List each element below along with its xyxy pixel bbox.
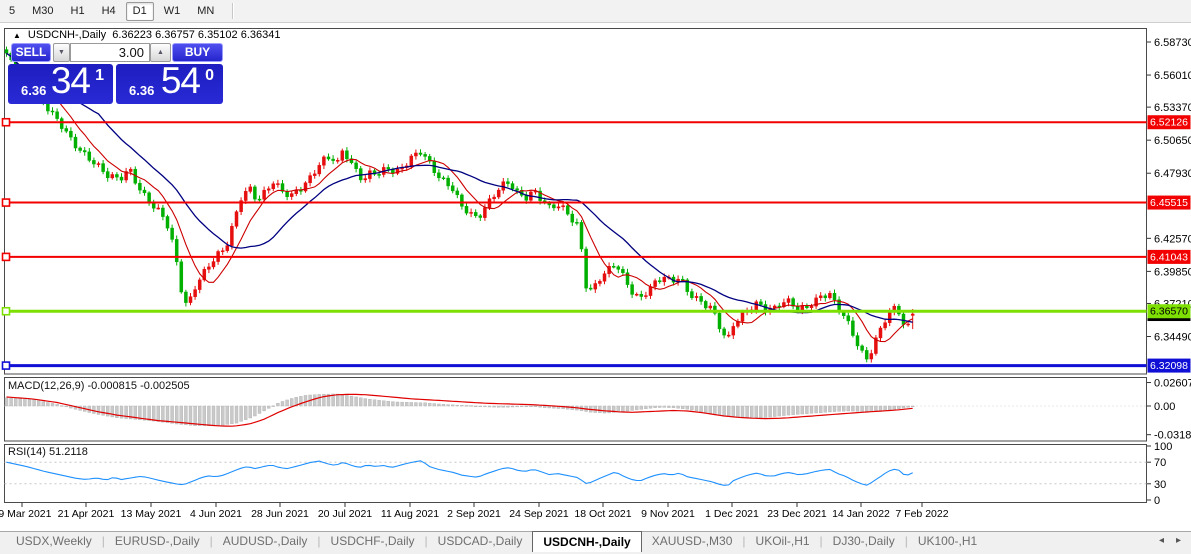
date-axis-label: 24 Sep 2021 xyxy=(509,508,569,520)
tab-usdx-weekly[interactable]: USDX,Weekly xyxy=(6,532,102,552)
svg-text:6.52126: 6.52126 xyxy=(1150,117,1188,129)
one-click-trading-panel: SELL ▼ ▲ BUY 6.36 34 1 6.36 54 0 xyxy=(8,43,223,104)
sell-price-digits: 34 xyxy=(51,60,90,102)
svg-text:6.41043: 6.41043 xyxy=(1150,251,1188,263)
price-axis-label: 6.53370 xyxy=(1154,102,1191,114)
price-axis-label: 6.39850 xyxy=(1154,266,1191,278)
buy-price-display[interactable]: 6.36 54 0 xyxy=(116,64,223,104)
sell-price-prefix: 6.36 xyxy=(21,83,46,98)
level-line-handle xyxy=(3,119,10,126)
date-axis-label: 1 Dec 2021 xyxy=(705,508,759,520)
tab-dj30-daily[interactable]: DJ30-,Daily xyxy=(823,532,905,552)
date-axis-label: 20 Jul 2021 xyxy=(318,508,372,520)
date-axis-label: 2 Sep 2021 xyxy=(447,508,501,520)
tab-xauusd-m30[interactable]: XAUUSD-,M30 xyxy=(642,532,743,552)
rsi-indicator-label: RSI(14) 51.2118 xyxy=(8,446,88,458)
rsi-axis-label: 70 xyxy=(1154,457,1166,469)
tab-eurusd-daily[interactable]: EURUSD-,Daily xyxy=(105,532,210,552)
collapse-chart-icon[interactable]: ▲ xyxy=(13,31,21,40)
date-axis-label: 21 Apr 2021 xyxy=(58,508,115,520)
level-line-handle xyxy=(3,199,10,206)
rsi-axis-label: 0 xyxy=(1154,495,1160,507)
tab-usdchf-daily[interactable]: USDCHF-,Daily xyxy=(321,532,425,552)
svg-text:6.32098: 6.32098 xyxy=(1150,360,1188,372)
svg-text:6.45515: 6.45515 xyxy=(1150,197,1188,209)
macd-indicator-label: MACD(12,26,9) -0.000815 -0.002505 xyxy=(8,380,190,392)
price-axis-label: 6.47930 xyxy=(1154,168,1191,180)
mt4-window: 5M30H1H4D1W1MN 6.587306.560106.533706.50… xyxy=(0,0,1191,554)
price-axis-label: 6.42570 xyxy=(1154,233,1191,245)
price-axis-label: 6.34490 xyxy=(1154,332,1191,344)
date-axis-label: 13 May 2021 xyxy=(121,508,182,520)
date-axis-label: 28 Jun 2021 xyxy=(251,508,309,520)
rsi-axis-label: 100 xyxy=(1154,441,1172,453)
date-axis-label: 14 Jan 2022 xyxy=(832,508,890,520)
macd-axis-label: 0.02607 xyxy=(1154,378,1191,390)
date-axis-label: 11 Aug 2021 xyxy=(381,508,439,520)
sell-button[interactable]: SELL xyxy=(11,43,51,62)
buy-price-prefix: 6.36 xyxy=(129,83,154,98)
sell-price-pip: 1 xyxy=(95,67,104,85)
date-axis-label: 23 Dec 2021 xyxy=(767,508,827,520)
tab-scroll-left-icon[interactable]: ◂ xyxy=(1159,532,1164,550)
rsi-pane-frame xyxy=(5,445,1147,503)
tab-ukoil-h1[interactable]: UKOil-,H1 xyxy=(746,532,820,552)
chart-tab-bar: USDX,Weekly|EURUSD-,Daily|AUDUSD-,Daily|… xyxy=(0,531,1191,554)
tab-usdcnh-daily[interactable]: USDCNH-,Daily xyxy=(532,531,641,552)
date-axis-label: 4 Jun 2021 xyxy=(190,508,242,520)
macd-axis-label: 0.00 xyxy=(1154,401,1175,413)
date-axis-label: 18 Oct 2021 xyxy=(574,508,631,520)
macd-axis-label: -0.03187 xyxy=(1154,430,1191,442)
level-line-handle xyxy=(3,308,10,315)
date-axis-label: 29 Mar 2021 xyxy=(0,508,52,520)
price-axis-label: 6.56010 xyxy=(1154,70,1191,82)
chart-title-text: USDCNH-,Daily 6.36223 6.36757 6.35102 6.… xyxy=(28,29,281,41)
tab-audusd-daily[interactable]: AUDUSD-,Daily xyxy=(213,532,318,552)
level-line-handle xyxy=(3,362,10,369)
rsi-axis-label: 30 xyxy=(1154,479,1166,491)
tab-scroll-right-icon[interactable]: ▸ xyxy=(1176,532,1181,550)
price-axis-label: 6.50650 xyxy=(1154,135,1191,147)
buy-price-pip: 0 xyxy=(205,67,214,85)
svg-text:6.36570: 6.36570 xyxy=(1150,306,1188,318)
tab-uk100-h1[interactable]: UK100-,H1 xyxy=(908,532,987,552)
price-axis-label: 6.58730 xyxy=(1154,37,1191,49)
tab-usdcad-daily[interactable]: USDCAD-,Daily xyxy=(428,532,533,552)
buy-price-digits: 54 xyxy=(161,60,200,102)
chart-title: ▲ USDCNH-,Daily 6.36223 6.36757 6.35102 … xyxy=(13,29,280,41)
sell-price-display[interactable]: 6.36 34 1 xyxy=(8,64,113,104)
date-axis-label: 7 Feb 2022 xyxy=(895,508,948,520)
date-axis-label: 9 Nov 2021 xyxy=(641,508,695,520)
level-line-handle xyxy=(3,253,10,260)
tab-scroll-controls: ◂ ▸ xyxy=(1159,532,1191,550)
